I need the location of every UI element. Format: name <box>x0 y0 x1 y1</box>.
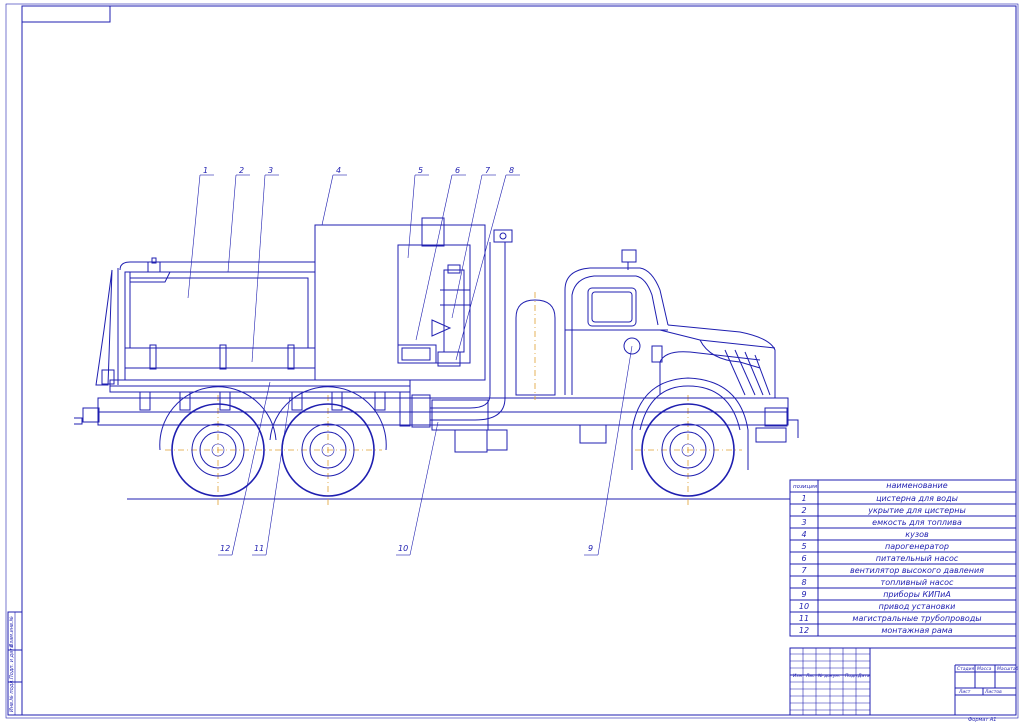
table-row-name: кузов <box>905 530 929 539</box>
callout-number: 12 <box>220 544 230 553</box>
table-row-name: укрытие для цистерны <box>867 506 966 515</box>
callout-number: 7 <box>485 166 491 175</box>
side-strip-label: Взам.инв.№ <box>9 616 15 647</box>
table-row-pos: 9 <box>801 590 806 599</box>
table-row-pos: 7 <box>801 566 807 575</box>
tb-col: Подп. <box>845 673 859 679</box>
tb-mass: Масса <box>977 666 992 672</box>
table-header-pos: позиция <box>793 484 818 490</box>
table-row-name: приборы КИПиА <box>883 590 951 599</box>
table-row-pos: 11 <box>799 614 809 623</box>
callout-number: 9 <box>588 544 593 553</box>
table-row-pos: 4 <box>801 530 806 539</box>
callout-number: 8 <box>509 166 514 175</box>
callout-number: 11 <box>254 544 264 553</box>
tb-sheets: Листов <box>984 689 1002 695</box>
title-block: Стадия Масса Масштаб Лист Листов Изм Лис… <box>789 647 1019 716</box>
table-row-pos: 2 <box>801 506 806 515</box>
callout-number: 2 <box>239 166 244 175</box>
tb-col: Лист <box>805 673 818 679</box>
parts-table: позиция наименование 1 цистерна для воды 2… <box>789 479 1017 637</box>
table-row-name: питательный насос <box>876 554 959 563</box>
table-row-name: емкость для топлива <box>872 518 962 527</box>
table-row-name: привод установки <box>879 602 956 611</box>
table-row-pos: 1 <box>801 494 806 503</box>
table-row-name: монтажная рама <box>881 626 952 635</box>
table-row-pos: 12 <box>799 626 809 635</box>
truck-drawing <box>74 217 799 505</box>
table-row-name: магистральные трубопроводы <box>852 614 981 623</box>
tb-stage: Стадия <box>957 666 975 672</box>
side-strip-label: Инв.№ подл. <box>9 679 15 712</box>
table-row-name: вентилятор высокого давления <box>850 566 984 575</box>
format-label: Формат А1 <box>968 717 996 723</box>
table-header-name: наименование <box>886 481 947 490</box>
table-row-pos: 3 <box>801 518 806 527</box>
table-row-name: цистерна для воды <box>876 494 958 503</box>
callout-number: 3 <box>268 166 273 175</box>
tb-col: Дата <box>857 673 870 679</box>
table-row-pos: 5 <box>801 542 806 551</box>
inner-frame <box>21 5 1017 716</box>
technical-drawing: Инв.№ подл. Подп. и дата Взам.инв.№ 1 2 … <box>5 3 1019 723</box>
table-row-pos: 8 <box>801 578 806 587</box>
table-row-pos: 6 <box>801 554 806 563</box>
callout-number: 1 <box>203 166 208 175</box>
tb-col: Изм <box>793 673 803 679</box>
tb-col: № докум. <box>817 673 840 679</box>
outer-frame <box>5 3 1019 719</box>
table-row-name: топливный насос <box>881 578 955 587</box>
callout-number: 6 <box>455 166 460 175</box>
table-row-pos: 10 <box>799 602 809 611</box>
callout-number: 10 <box>398 544 408 553</box>
tb-scale: Масштаб <box>997 666 1019 672</box>
corner-stamp <box>21 5 111 23</box>
tb-sheet: Лист <box>958 689 971 695</box>
side-strip-label: Подп. и дата <box>9 645 15 679</box>
callout-number: 5 <box>418 166 423 175</box>
table-row-name: парогенератор <box>885 542 949 551</box>
side-strip: Инв.№ подл. Подп. и дата Взам.инв.№ <box>7 611 23 716</box>
callout-number: 4 <box>336 166 341 175</box>
